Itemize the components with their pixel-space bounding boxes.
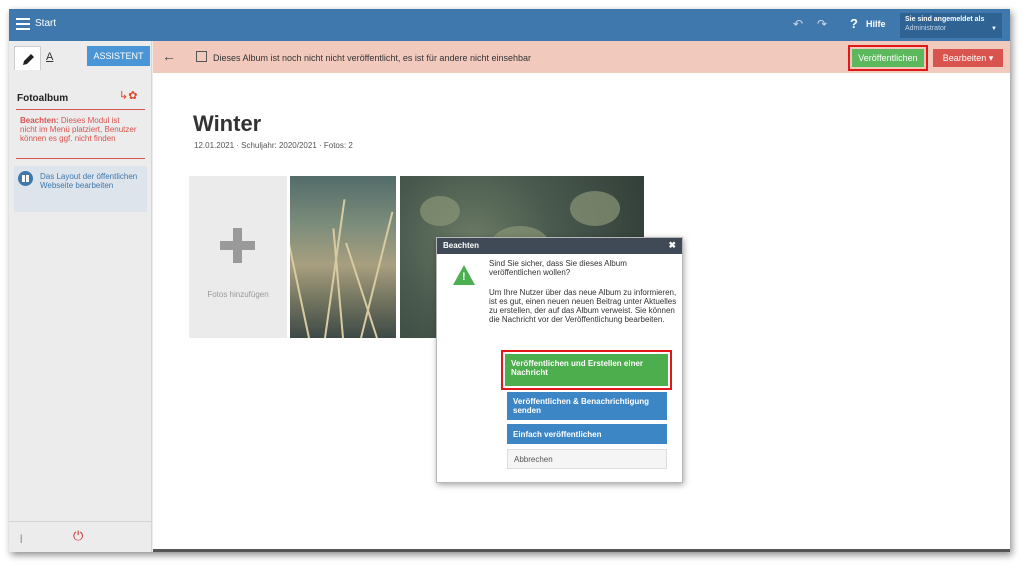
add-photos-tile[interactable]: Fotos hinzufügen (189, 176, 287, 338)
edit-layout-link[interactable]: Das Layout der öffentlichen Webseite bea… (14, 166, 147, 212)
gear-icon[interactable]: ✿ (128, 90, 137, 102)
module-title: Fotoalbum (17, 93, 69, 104)
undo-icon[interactable]: ↶ (793, 17, 803, 31)
publish-button[interactable]: Veröffentlichen (852, 49, 924, 67)
tab-text[interactable]: A (46, 51, 53, 63)
notice-text: Dieses Album ist noch nicht nicht veröff… (213, 53, 532, 63)
back-arrow-icon[interactable]: ← (162, 48, 176, 64)
edit-layout-label: Das Layout der öffentlichen Webseite bea… (40, 172, 138, 190)
user-menu[interactable]: Sie sind angemeldet als Administrator ▼ (900, 13, 1002, 38)
app-window: Start ↶ ↷ ? Hilfe Sie sind angemeldet al… (9, 9, 1010, 552)
login-title: Sie sind angemeldet als (905, 16, 985, 23)
publish-and-create-news-button[interactable]: Veröffentlichen und Erstellen einer Nach… (505, 354, 668, 386)
cancel-button[interactable]: Abbrechen (507, 449, 667, 469)
layout-icon (18, 171, 33, 186)
plus-icon (233, 228, 242, 263)
arrow-down-icon: ↳ (119, 90, 129, 102)
module-settings[interactable]: ↳✿ (119, 89, 137, 102)
power-icon[interactable]: ⏻ (73, 528, 83, 544)
sidebar-tabs: A ASSISTENT (14, 46, 150, 70)
divider (16, 158, 145, 159)
warning-label: Beachten: (20, 116, 59, 125)
warning-icon: ! (453, 265, 475, 285)
divider (16, 109, 145, 110)
unpublished-notice: ← Dieses Album ist noch nicht nicht verö… (153, 41, 1010, 73)
sidebar-footer: | ⏻ (9, 521, 152, 552)
redo-icon[interactable]: ↷ (817, 17, 827, 31)
top-bar: Start ↶ ↷ ? Hilfe Sie sind angemeldet al… (9, 9, 1010, 41)
start-link[interactable]: Start (35, 18, 56, 29)
tab-edit[interactable] (14, 46, 41, 70)
publish-and-notify-button[interactable]: Veröffentlichen & Benachrichtigung sende… (507, 392, 667, 420)
separator: | (20, 533, 23, 543)
dialog-info: Um Ihre Nutzer über das neue Album zu in… (489, 288, 677, 324)
album-meta: 12.01.2021 · Schuljahr: 2020/2021 · Foto… (194, 141, 353, 150)
add-photos-label: Fotos hinzufügen (207, 290, 269, 299)
help-icon[interactable]: ? (850, 16, 858, 31)
edit-note-icon (196, 51, 207, 62)
photo-thumbnail[interactable] (290, 176, 396, 338)
menu-icon[interactable] (16, 18, 30, 30)
module-warning: Beachten: Dieses Modul ist nicht im Menü… (20, 116, 138, 143)
assistant-button[interactable]: ASSISTENT (87, 46, 150, 66)
dialog-question: Sind Sie sicher, dass Sie dieses Album v… (489, 259, 627, 277)
help-link[interactable]: Hilfe (866, 19, 886, 29)
chevron-down-icon: ▼ (991, 26, 997, 32)
pencil-icon (23, 54, 34, 65)
login-user: Administrator (905, 25, 947, 32)
dialog-header: Beachten ✖ (437, 238, 682, 254)
publish-simple-button[interactable]: Einfach veröffentlichen (507, 424, 667, 444)
page-title: Winter (193, 111, 262, 136)
publish-highlight: Veröffentlichen (848, 45, 928, 71)
publish-dialog: Beachten ✖ ! Sind Sie sicher, dass Sie d… (436, 237, 683, 483)
close-icon[interactable]: ✖ (668, 240, 676, 251)
edit-button[interactable]: Bearbeiten ▾ (933, 49, 1003, 67)
dialog-title: Beachten (443, 241, 480, 250)
publish-news-highlight: Veröffentlichen und Erstellen einer Nach… (501, 350, 672, 390)
sidebar: A ASSISTENT Fotoalbum ↳✿ Beachten: Diese… (9, 41, 152, 552)
